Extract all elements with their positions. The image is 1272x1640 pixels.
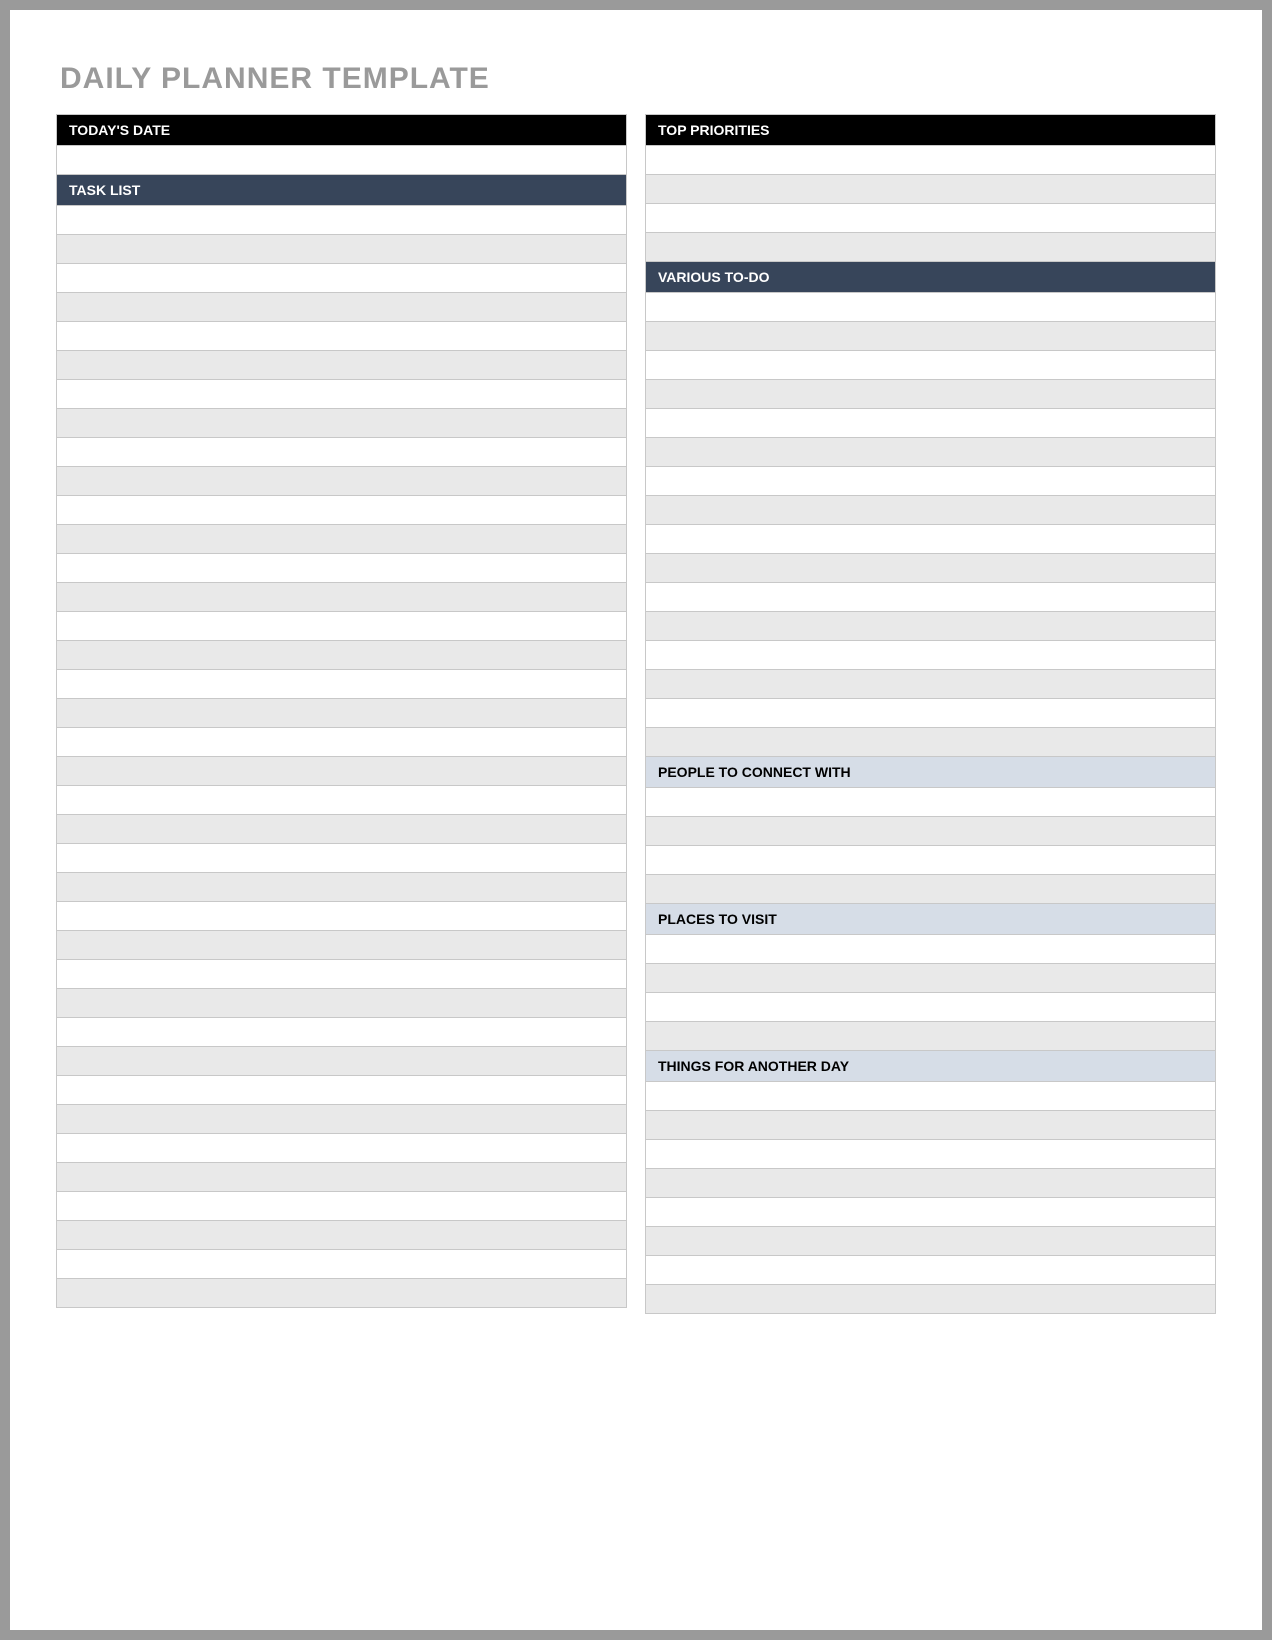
another-day-row[interactable]: [645, 1285, 1216, 1314]
places-visit-header: PLACES TO VISIT: [645, 904, 1216, 935]
places-row[interactable]: [645, 935, 1216, 964]
task-row[interactable]: [56, 1076, 627, 1105]
priority-row[interactable]: [645, 233, 1216, 262]
task-row[interactable]: [56, 1279, 627, 1308]
places-row[interactable]: [645, 993, 1216, 1022]
todays-date-header: TODAY'S DATE: [56, 114, 627, 146]
another-day-row[interactable]: [645, 1227, 1216, 1256]
top-priorities-header: TOP PRIORITIES: [645, 114, 1216, 146]
task-row[interactable]: [56, 206, 627, 235]
people-connect-header: PEOPLE TO CONNECT WITH: [645, 757, 1216, 788]
people-row[interactable]: [645, 846, 1216, 875]
todo-row[interactable]: [645, 728, 1216, 757]
todo-row[interactable]: [645, 322, 1216, 351]
task-row[interactable]: [56, 409, 627, 438]
people-row[interactable]: [645, 875, 1216, 904]
todo-row[interactable]: [645, 670, 1216, 699]
todo-row[interactable]: [645, 496, 1216, 525]
task-row[interactable]: [56, 815, 627, 844]
task-row[interactable]: [56, 1163, 627, 1192]
task-row[interactable]: [56, 641, 627, 670]
task-row[interactable]: [56, 496, 627, 525]
todo-row[interactable]: [645, 380, 1216, 409]
task-row[interactable]: [56, 1047, 627, 1076]
todo-row[interactable]: [645, 525, 1216, 554]
people-row[interactable]: [645, 817, 1216, 846]
task-row[interactable]: [56, 583, 627, 612]
todo-row[interactable]: [645, 612, 1216, 641]
task-row[interactable]: [56, 728, 627, 757]
various-todo-header: VARIOUS TO-DO: [645, 262, 1216, 293]
left-column: TODAY'S DATE TASK LIST: [56, 114, 627, 1314]
priority-row[interactable]: [645, 175, 1216, 204]
task-row[interactable]: [56, 1018, 627, 1047]
todo-row[interactable]: [645, 641, 1216, 670]
task-row[interactable]: [56, 322, 627, 351]
priority-row[interactable]: [645, 146, 1216, 175]
places-row[interactable]: [645, 964, 1216, 993]
task-row[interactable]: [56, 902, 627, 931]
task-row[interactable]: [56, 235, 627, 264]
another-day-row[interactable]: [645, 1082, 1216, 1111]
page: DAILY PLANNER TEMPLATE TODAY'S DATE TASK…: [10, 10, 1262, 1630]
task-row[interactable]: [56, 525, 627, 554]
task-row[interactable]: [56, 873, 627, 902]
task-row[interactable]: [56, 264, 627, 293]
todo-row[interactable]: [645, 554, 1216, 583]
another-day-row[interactable]: [645, 1256, 1216, 1285]
todo-row[interactable]: [645, 583, 1216, 612]
task-row[interactable]: [56, 293, 627, 322]
task-row[interactable]: [56, 1192, 627, 1221]
task-row[interactable]: [56, 554, 627, 583]
task-row[interactable]: [56, 380, 627, 409]
task-row[interactable]: [56, 612, 627, 641]
todays-date-row[interactable]: [56, 146, 627, 175]
task-row[interactable]: [56, 1221, 627, 1250]
todo-row[interactable]: [645, 351, 1216, 380]
task-row[interactable]: [56, 931, 627, 960]
task-row[interactable]: [56, 351, 627, 380]
task-row[interactable]: [56, 757, 627, 786]
task-row[interactable]: [56, 699, 627, 728]
things-another-day-header: THINGS FOR ANOTHER DAY: [645, 1051, 1216, 1082]
priority-row[interactable]: [645, 204, 1216, 233]
columns: TODAY'S DATE TASK LIST: [56, 114, 1216, 1314]
todo-row[interactable]: [645, 699, 1216, 728]
another-day-row[interactable]: [645, 1111, 1216, 1140]
task-row[interactable]: [56, 989, 627, 1018]
task-row[interactable]: [56, 467, 627, 496]
task-row[interactable]: [56, 1105, 627, 1134]
places-row[interactable]: [645, 1022, 1216, 1051]
another-day-row[interactable]: [645, 1140, 1216, 1169]
task-row[interactable]: [56, 786, 627, 815]
task-row[interactable]: [56, 1134, 627, 1163]
task-row[interactable]: [56, 1250, 627, 1279]
right-column: TOP PRIORITIES VARIOUS TO-DO PEOPLE TO C…: [645, 114, 1216, 1314]
todo-row[interactable]: [645, 467, 1216, 496]
task-list-header: TASK LIST: [56, 175, 627, 206]
task-row[interactable]: [56, 438, 627, 467]
page-title: DAILY PLANNER TEMPLATE: [60, 62, 1216, 96]
todo-row[interactable]: [645, 409, 1216, 438]
task-row[interactable]: [56, 670, 627, 699]
another-day-row[interactable]: [645, 1198, 1216, 1227]
task-row[interactable]: [56, 844, 627, 873]
people-row[interactable]: [645, 788, 1216, 817]
todo-row[interactable]: [645, 438, 1216, 467]
task-row[interactable]: [56, 960, 627, 989]
another-day-row[interactable]: [645, 1169, 1216, 1198]
todo-row[interactable]: [645, 293, 1216, 322]
